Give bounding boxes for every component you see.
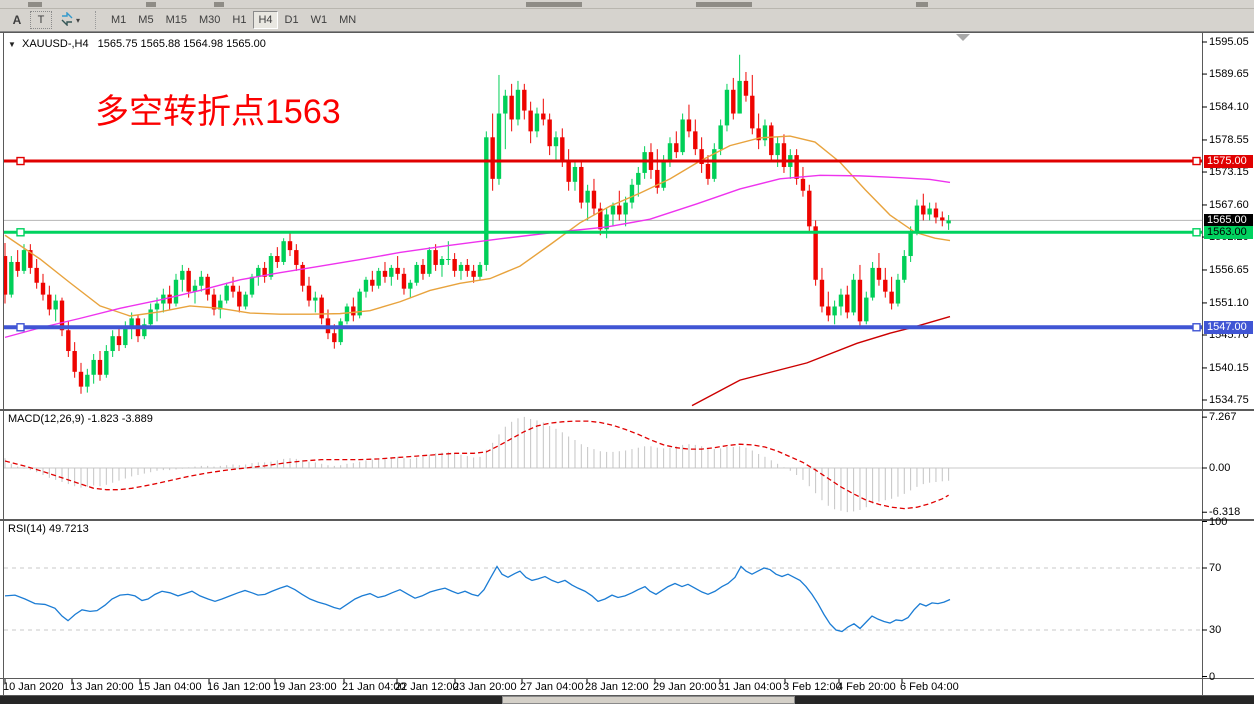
arrow-text-tool-button[interactable]: A: [6, 11, 28, 29]
timeframe-button-MN[interactable]: MN: [334, 11, 361, 29]
macd-pane-label: MACD(12,26,9) -1.823 -3.889: [8, 413, 153, 425]
timeframe-bar: M1M5M15M30H1H4D1W1MN: [105, 11, 362, 29]
timeframe-button-H4[interactable]: H4: [253, 11, 277, 29]
timeframe-button-M15[interactable]: M15: [161, 11, 192, 29]
timeframe-button-M30[interactable]: M30: [194, 11, 225, 29]
horizontal-scrollbar[interactable]: [0, 696, 1254, 704]
toolbar-fragment-icon: [146, 2, 156, 7]
chevron-down-icon: ▾: [76, 16, 80, 25]
toolbar-separator: [95, 11, 101, 29]
symbol-period-label: XAUUSD-,H4: [22, 38, 89, 50]
arrows-tool-button[interactable]: ▾: [54, 10, 86, 30]
annotation-text: 多空转折点1563: [95, 84, 341, 133]
toolbar-fragment-icon: [526, 2, 582, 7]
text-label-tool-button[interactable]: T: [30, 11, 52, 29]
toolbar-fragment-icon: [214, 2, 224, 7]
chart-area[interactable]: ▼ XAUUSD-,H4 1565.75 1565.88 1564.98 156…: [0, 32, 1254, 696]
timeframe-button-D1[interactable]: D1: [280, 11, 304, 29]
toolbar-clipped-row: [0, 0, 1254, 9]
symbol-dropdown-icon[interactable]: ▼: [8, 40, 16, 49]
chart-title: ▼ XAUUSD-,H4 1565.75 1565.88 1564.98 156…: [8, 38, 266, 50]
arrows-icon: [60, 12, 74, 29]
ohlc-values: 1565.75 1565.88 1564.98 1565.00: [98, 38, 266, 50]
toolbar-fragment-icon: [696, 2, 752, 7]
toolbar: A T ▾ M1M5M15M30H1H4D1W1MN: [0, 9, 1254, 32]
timeframe-button-M5[interactable]: M5: [133, 11, 158, 29]
toolbar-fragment-icon: [916, 2, 928, 7]
toolbar-fragment-icon: [28, 2, 42, 7]
timeframe-button-W1[interactable]: W1: [306, 11, 333, 29]
rsi-pane-label: RSI(14) 49.7213: [8, 523, 89, 535]
scrollbar-thumb[interactable]: [502, 696, 795, 704]
timeframe-button-M1[interactable]: M1: [106, 11, 131, 29]
timeframe-button-H1[interactable]: H1: [227, 11, 251, 29]
mt4-window: A T ▾ M1M5M15M30H1H4D1W1MN ▼ XAUUSD-,H4 …: [0, 0, 1254, 704]
